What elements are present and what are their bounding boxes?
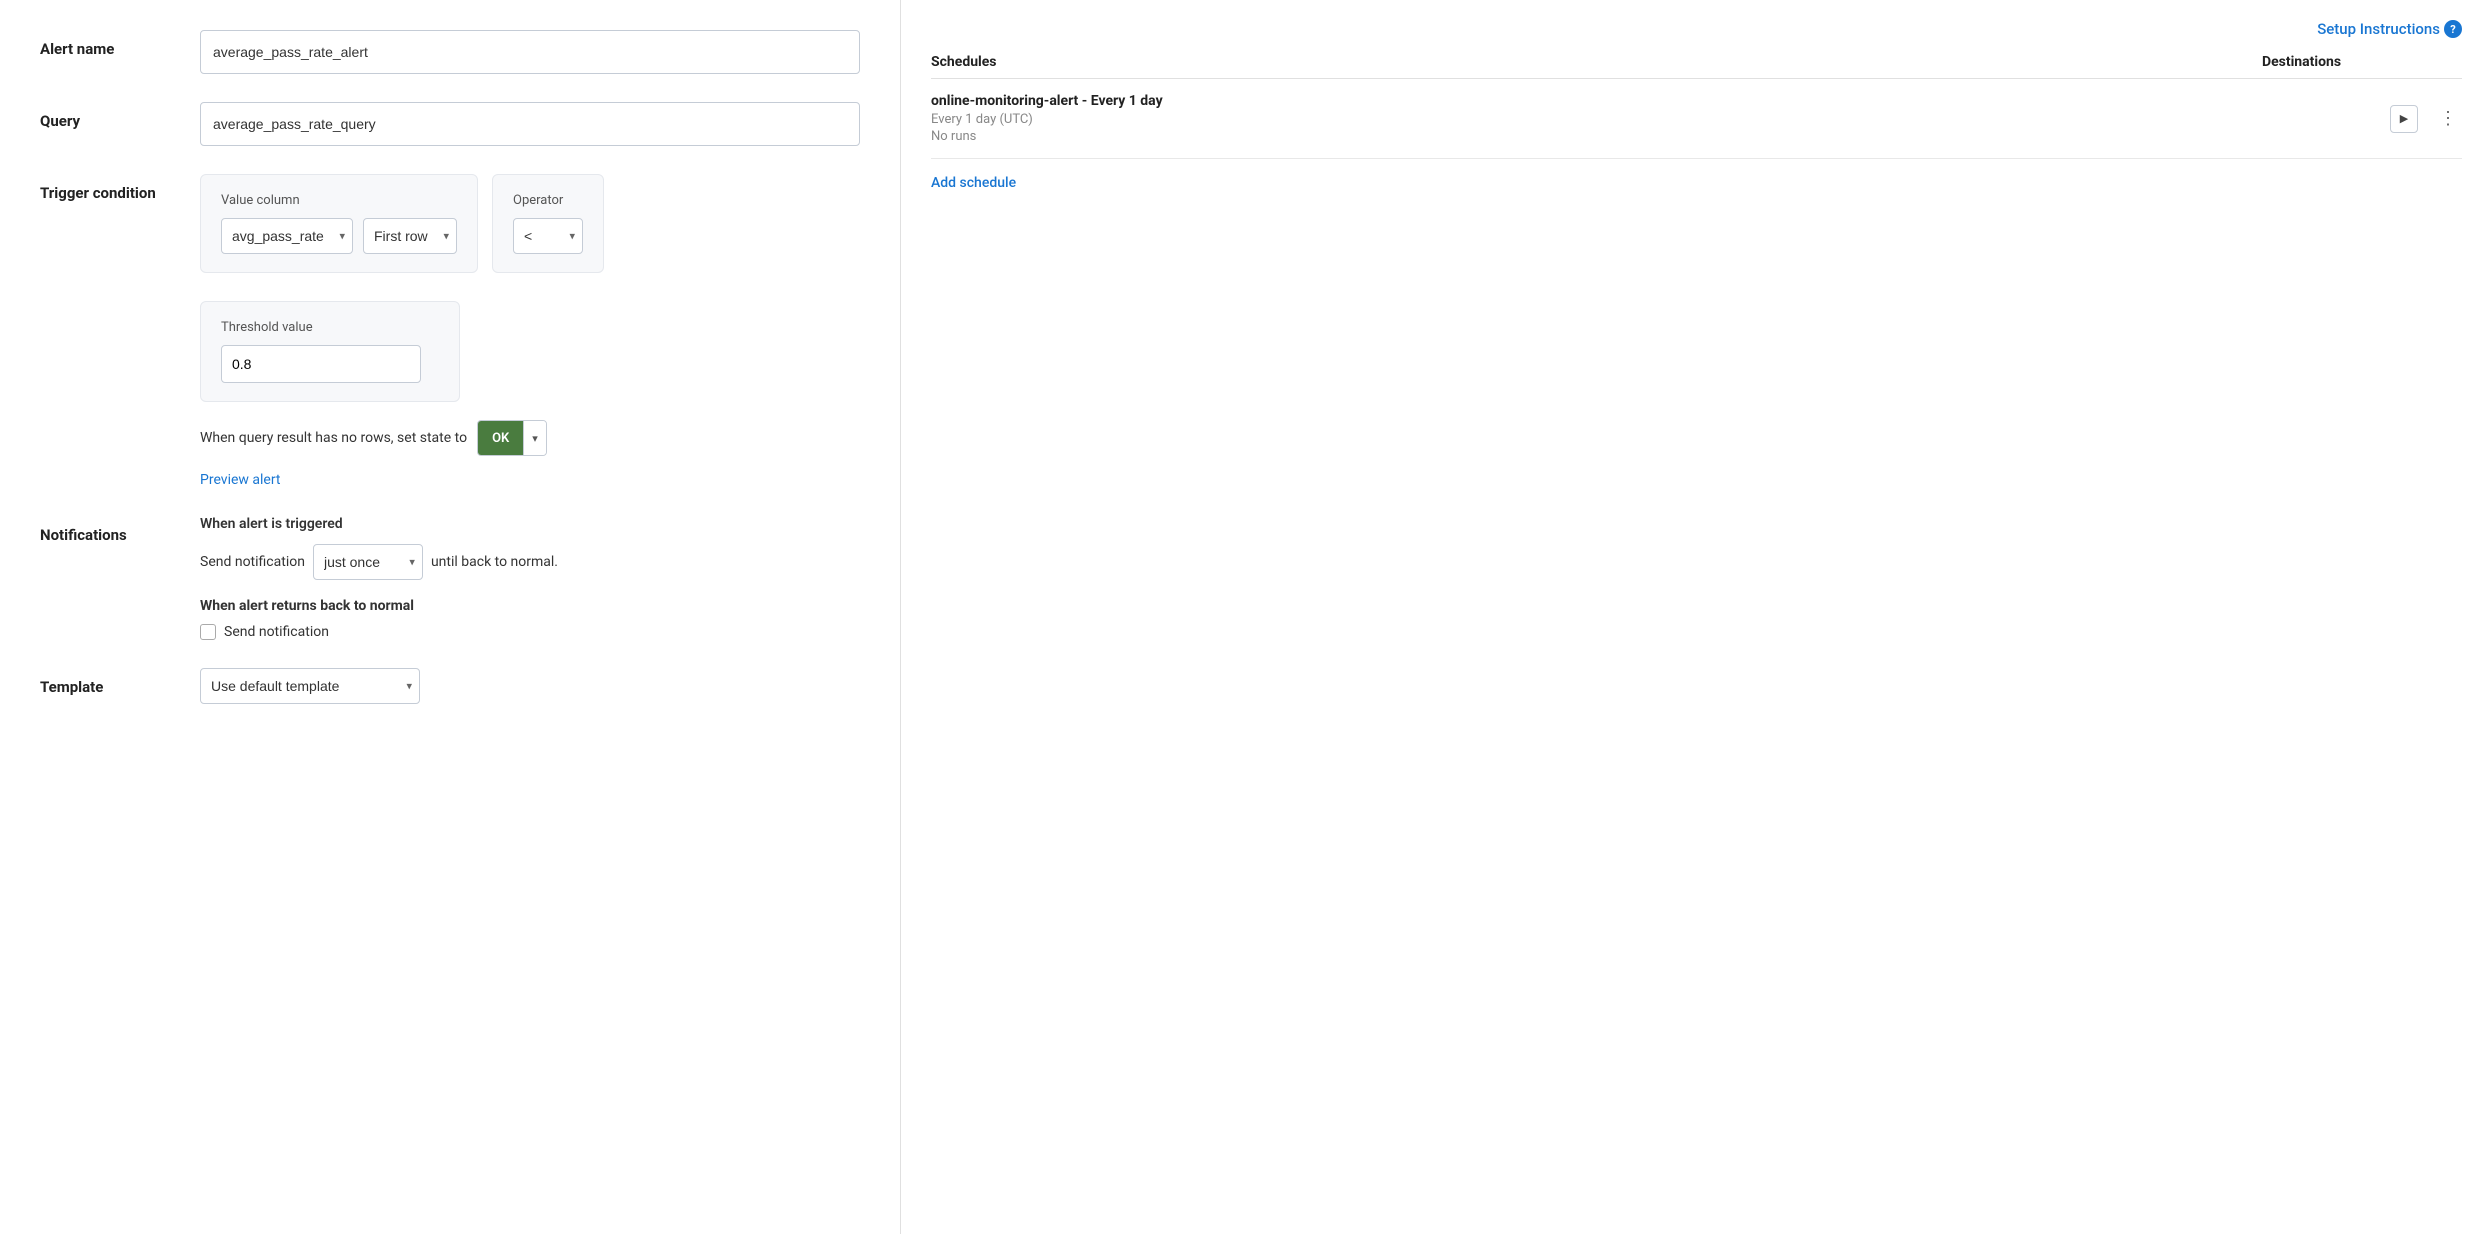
schedules-header: Schedules Destinations <box>931 54 2462 79</box>
schedule-item: online-monitoring-alert - Every 1 day Ev… <box>931 79 2462 159</box>
ok-state-label: OK <box>478 421 523 455</box>
operator-select-wrapper: < > = <box>513 218 583 254</box>
query-label: Query <box>40 102 200 130</box>
no-rows-text: When query result has no rows, set state… <box>200 430 467 446</box>
operator-box: Operator < > = <box>492 174 604 273</box>
threshold-label: Threshold value <box>221 320 439 335</box>
value-column-box: Value column avg_pass_rate First row <box>200 174 478 273</box>
setup-instructions-text: Setup Instructions <box>2317 20 2440 38</box>
when-back-to-normal-title: When alert returns back to normal <box>200 598 860 614</box>
schedule-freq: Every 1 day (UTC) <box>931 112 2390 127</box>
threshold-input[interactable] <box>221 345 421 383</box>
schedule-name: online-monitoring-alert - Every 1 day <box>931 93 2390 109</box>
right-header: Setup Instructions ? <box>931 20 2462 38</box>
back-to-normal-checkbox-row: Send notification <box>200 624 860 640</box>
trigger-condition-label: Trigger condition <box>40 174 200 202</box>
operator-select[interactable]: < > = <box>513 218 583 254</box>
notifications-label: Notifications <box>40 516 200 544</box>
ok-state-caret[interactable]: ▾ <box>523 421 546 455</box>
alert-name-content <box>200 30 860 74</box>
send-notification-checkbox[interactable] <box>200 624 216 640</box>
add-schedule-link[interactable]: Add schedule <box>931 175 1016 191</box>
no-rows-row: When query result has no rows, set state… <box>200 420 860 456</box>
when-triggered-title: When alert is triggered <box>200 516 860 532</box>
trigger-operator-row: Value column avg_pass_rate First row <box>200 174 860 287</box>
operator-label: Operator <box>513 193 583 208</box>
value-column-dropdowns: avg_pass_rate First row <box>221 218 457 254</box>
template-row: Template Use default template <box>40 668 860 704</box>
setup-instructions-link[interactable]: Setup Instructions ? <box>2317 20 2462 38</box>
alert-name-row: Alert name <box>40 30 860 74</box>
notifications-content: When alert is triggered Send notificatio… <box>200 516 860 640</box>
send-notification-before: Send notification <box>200 554 305 570</box>
just-once-select-wrapper: just once every time <box>313 544 423 580</box>
send-notification-checkbox-label: Send notification <box>224 624 329 640</box>
schedules-col-label: Schedules <box>931 54 2262 70</box>
alert-name-label: Alert name <box>40 30 200 58</box>
notifications-row: Notifications When alert is triggered Se… <box>40 516 860 640</box>
preview-alert-link[interactable]: Preview alert <box>200 472 281 488</box>
template-content: Use default template <box>200 668 860 704</box>
help-icon: ? <box>2444 20 2462 38</box>
send-notification-after: until back to normal. <box>431 554 558 570</box>
trigger-condition-row: Trigger condition Value column avg_pass_… <box>40 174 860 488</box>
template-select[interactable]: Use default template <box>200 668 420 704</box>
schedule-play-button[interactable]: ▶ <box>2390 105 2418 133</box>
ok-state-dropdown[interactable]: OK ▾ <box>477 420 547 456</box>
schedule-runs: No runs <box>931 129 2390 144</box>
schedule-more-button[interactable]: ⋮ <box>2434 105 2462 133</box>
query-row: Query <box>40 102 860 146</box>
trigger-condition-content: Value column avg_pass_rate First row <box>200 174 860 488</box>
value-column-select-wrapper: avg_pass_rate <box>221 218 353 254</box>
query-content <box>200 102 860 146</box>
value-column-select[interactable]: avg_pass_rate <box>221 218 353 254</box>
value-column-label: Value column <box>221 193 457 208</box>
schedule-actions: ▶ ⋮ <box>2390 105 2462 133</box>
row-selector-select[interactable]: First row <box>363 218 457 254</box>
alert-name-input[interactable] <box>200 30 860 74</box>
destinations-col-label: Destinations <box>2262 54 2462 70</box>
row-selector-wrapper: First row <box>363 218 457 254</box>
template-label: Template <box>40 668 200 696</box>
send-notification-row: Send notification just once every time u… <box>200 544 860 580</box>
just-once-select[interactable]: just once every time <box>313 544 423 580</box>
template-select-wrapper: Use default template <box>200 668 420 704</box>
query-input[interactable] <box>200 102 860 146</box>
schedule-info: online-monitoring-alert - Every 1 day Ev… <box>931 93 2390 144</box>
threshold-box: Threshold value <box>200 301 460 402</box>
